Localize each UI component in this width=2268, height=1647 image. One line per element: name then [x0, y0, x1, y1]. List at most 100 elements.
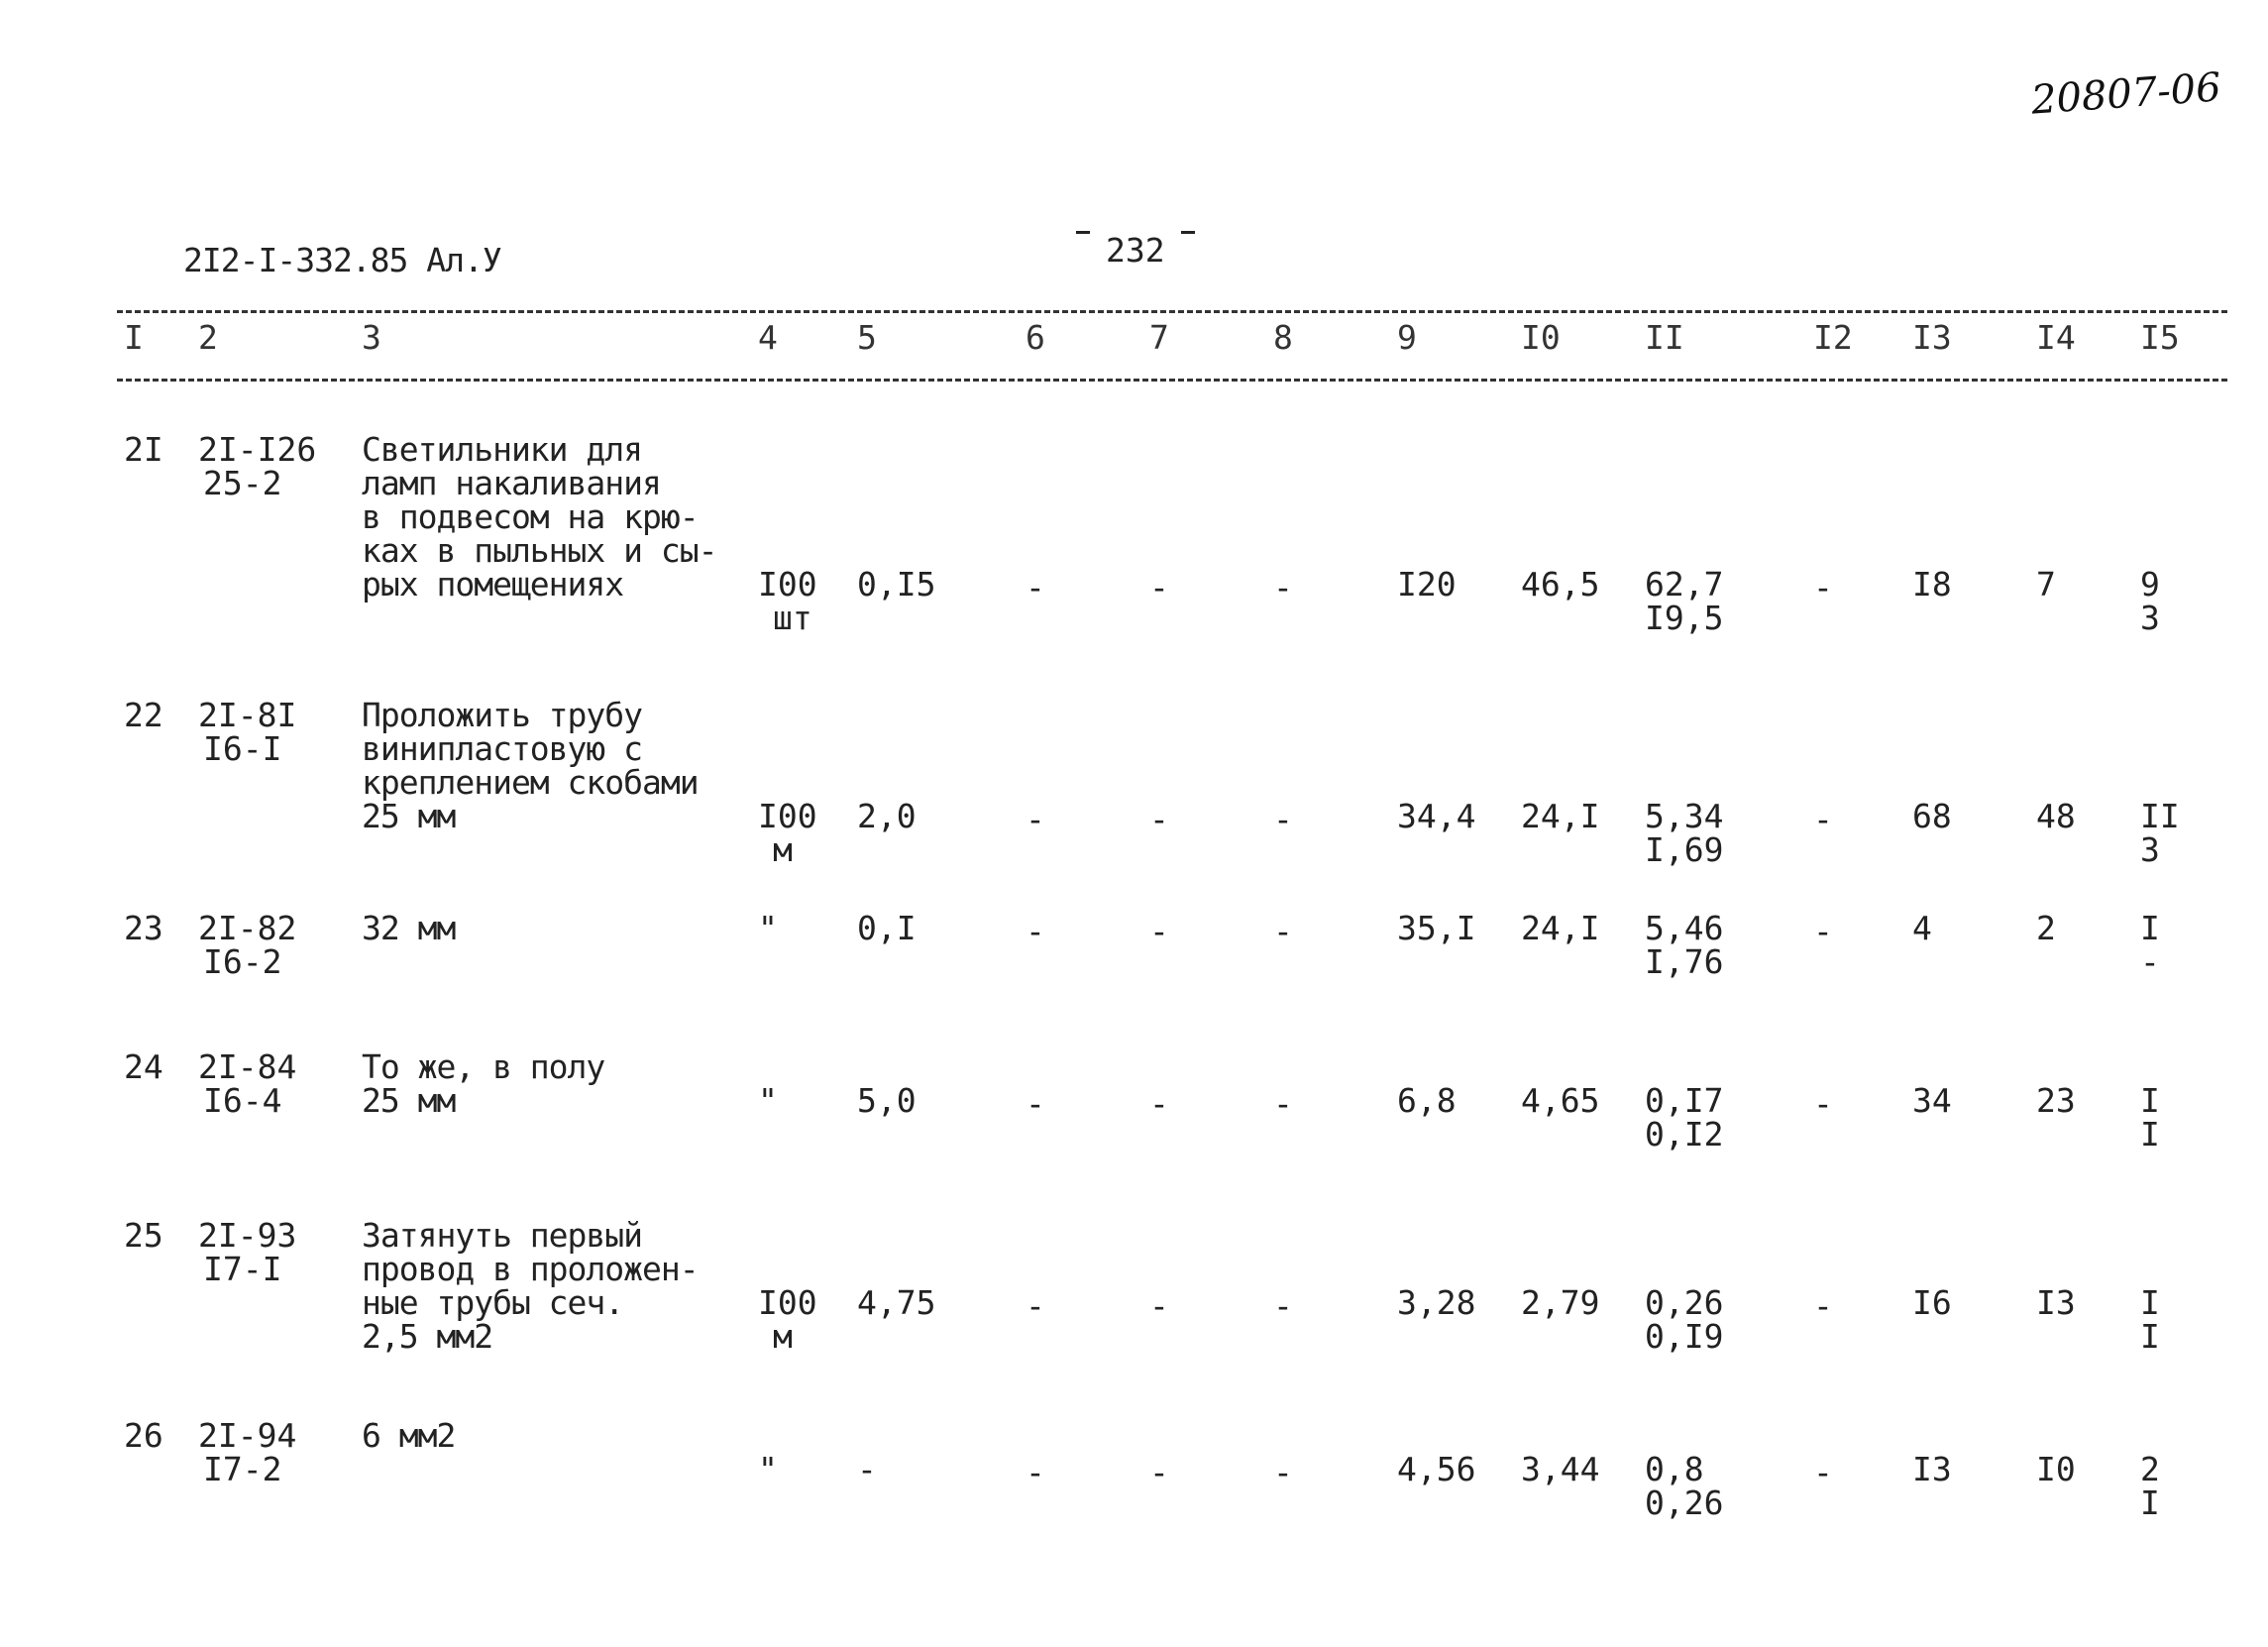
- column-header-14: I4: [2036, 318, 2076, 357]
- column-7-value: -: [1149, 1453, 1169, 1491]
- quantity: 5,0: [857, 1081, 917, 1120]
- column-8-value: -: [1273, 912, 1293, 950]
- column-9-value: 35,I: [1397, 909, 1476, 947]
- column-9-value: 3,28: [1397, 1283, 1476, 1322]
- quantity: 4,75: [857, 1283, 936, 1322]
- column-12-value: -: [1813, 800, 1833, 838]
- column-14-value: 48: [2036, 797, 2076, 835]
- quantity: 0,I5: [857, 565, 936, 604]
- work-description: в подвесом на крю-: [362, 497, 700, 536]
- column-15-value: 2: [2140, 1450, 2160, 1488]
- column-12-value: -: [1813, 1084, 1833, 1123]
- work-description: рых помещениях: [362, 565, 624, 604]
- norm-code: I7-2: [203, 1450, 282, 1488]
- header-bottom-rule: [117, 379, 2227, 382]
- column-11-value: 0,I9: [1645, 1317, 1724, 1356]
- column-8-value: -: [1273, 1084, 1293, 1123]
- norm-code: 2I-84: [198, 1047, 297, 1086]
- norm-code: 2I-82: [198, 909, 297, 947]
- column-11-value: 0,8: [1645, 1450, 1704, 1488]
- work-description: 2,5 мм2: [362, 1317, 493, 1356]
- column-13-value: 4: [1912, 909, 1932, 947]
- column-11-value: 0,I7: [1645, 1081, 1724, 1120]
- column-10-value: 24,I: [1521, 797, 1600, 835]
- row-number: 22: [124, 696, 163, 734]
- column-8-value: -: [1273, 800, 1293, 838]
- column-header-12: I2: [1813, 318, 1853, 357]
- column-12-value: -: [1813, 1453, 1833, 1491]
- unit-of-measure: шт: [773, 599, 812, 637]
- column-10-value: 46,5: [1521, 565, 1600, 604]
- work-description: 25 мм: [362, 1081, 456, 1120]
- column-15-value: 9: [2140, 565, 2160, 604]
- column-14-value: 7: [2036, 565, 2056, 604]
- column-6-value: -: [1026, 800, 1045, 838]
- column-7-value: -: [1149, 912, 1169, 950]
- column-15-value: 3: [2140, 599, 2160, 637]
- work-description: ламп накаливания: [362, 464, 662, 502]
- column-header-6: 6: [1026, 318, 1045, 357]
- unit-of-measure: ": [758, 1081, 778, 1120]
- row-number: 26: [124, 1416, 163, 1455]
- column-6-value: -: [1026, 1453, 1045, 1491]
- page-number: 232: [1060, 231, 1211, 270]
- row-number: 24: [124, 1047, 163, 1086]
- column-12-value: -: [1813, 1286, 1833, 1325]
- column-header-1: I: [124, 318, 144, 357]
- unit-of-measure: ": [758, 909, 778, 947]
- column-header-13: I3: [1912, 318, 1952, 357]
- column-11-value: I9,5: [1645, 599, 1724, 637]
- unit-of-measure: I00: [758, 1283, 817, 1322]
- column-11-value: 0,26: [1645, 1483, 1724, 1522]
- quantity: -: [857, 1450, 877, 1488]
- header-top-rule: [117, 310, 2227, 313]
- row-number: 2I: [124, 430, 163, 469]
- norm-code: 25-2: [203, 464, 282, 502]
- column-header-9: 9: [1397, 318, 1417, 357]
- column-15-value: I: [2140, 1483, 2160, 1522]
- column-11-value: 0,26: [1645, 1283, 1724, 1322]
- column-10-value: 4,65: [1521, 1081, 1600, 1120]
- norm-code: I6-2: [203, 942, 282, 981]
- unit-of-measure: м: [773, 830, 793, 869]
- column-header-3: 3: [362, 318, 381, 357]
- column-13-value: I8: [1912, 565, 1952, 604]
- work-description: ках в пыльных и сы-: [362, 531, 717, 570]
- unit-of-measure: ": [758, 1450, 778, 1488]
- work-description: 32 мм: [362, 909, 456, 947]
- column-14-value: 2: [2036, 909, 2056, 947]
- norm-code: 2I-8I: [198, 696, 297, 734]
- row-number: 25: [124, 1216, 163, 1255]
- handwritten-archive-number: 20807-06: [2029, 64, 2223, 124]
- column-12-value: -: [1813, 568, 1833, 606]
- norm-code: I6-I: [203, 729, 282, 768]
- unit-of-measure: I00: [758, 565, 817, 604]
- column-6-value: -: [1026, 1084, 1045, 1123]
- column-10-value: 3,44: [1521, 1450, 1600, 1488]
- work-description: 6 мм2: [362, 1416, 456, 1455]
- column-15-value: I: [2140, 1283, 2160, 1322]
- column-15-value: II: [2140, 797, 2180, 835]
- column-11-value: 5,34: [1645, 797, 1724, 835]
- column-14-value: I0: [2036, 1450, 2076, 1488]
- column-header-2: 2: [198, 318, 218, 357]
- column-13-value: 68: [1912, 797, 1952, 835]
- work-description: Затянуть первый: [362, 1216, 643, 1255]
- document-code: 2I2-I-332.85 Ал.У: [183, 241, 502, 279]
- column-6-value: -: [1026, 568, 1045, 606]
- work-description: Проложить трубу: [362, 696, 643, 734]
- column-6-value: -: [1026, 1286, 1045, 1325]
- page-number-value: 232: [1106, 231, 1165, 270]
- column-15-value: I: [2140, 1115, 2160, 1153]
- work-description: 25 мм: [362, 797, 456, 835]
- column-15-value: -: [2140, 942, 2160, 981]
- norm-code: I6-4: [203, 1081, 282, 1120]
- column-header-15: I5: [2140, 318, 2180, 357]
- column-9-value: I20: [1397, 565, 1457, 604]
- work-description: То же, в полу: [362, 1047, 605, 1086]
- work-description: креплением скобами: [362, 763, 700, 802]
- quantity: 0,I: [857, 909, 917, 947]
- column-header-10: I0: [1521, 318, 1561, 357]
- unit-of-measure: м: [773, 1317, 793, 1356]
- column-header-5: 5: [857, 318, 877, 357]
